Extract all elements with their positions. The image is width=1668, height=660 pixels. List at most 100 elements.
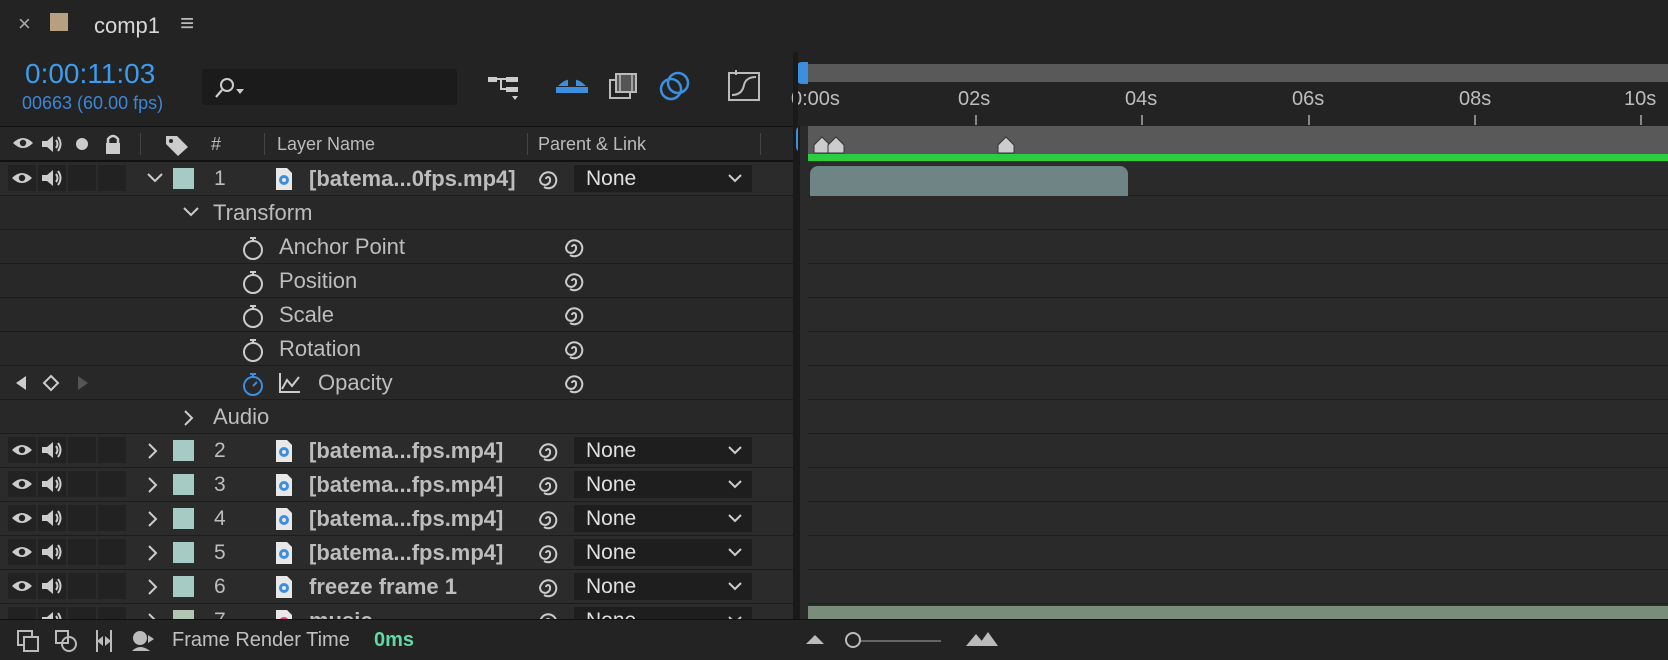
pick-whip-icon[interactable] [536,473,560,497]
layer-name[interactable]: music [309,608,373,620]
solo-toggle[interactable] [68,505,96,531]
solo-toggle[interactable] [68,437,96,463]
search-input[interactable] [250,74,449,102]
pick-whip-icon[interactable] [562,371,586,395]
expand-chevron-icon[interactable] [146,578,160,596]
zoom-out-icon[interactable] [804,632,826,646]
in-out-columns-icon[interactable] [92,628,116,654]
layer-name[interactable]: [batema...fps.mp4] [309,438,503,464]
property-row-rotation[interactable]: Rotation [0,332,793,366]
parent-dropdown[interactable]: None [574,437,752,464]
lock-toggle[interactable] [98,573,126,599]
layer-switches-icon[interactable] [16,629,40,653]
expand-chevron-icon[interactable] [182,409,196,427]
video-toggle[interactable] [8,437,36,463]
audio-toggle[interactable] [38,165,66,191]
label-color-swatch[interactable] [173,440,194,461]
video-toggle[interactable] [8,539,36,565]
layer-name[interactable]: [batema...fps.mp4] [309,540,503,566]
layer-name-column-header[interactable]: Layer Name [277,134,375,155]
current-timecode[interactable]: 0:00:11:03 [25,58,155,90]
parent-dropdown[interactable]: None [574,573,752,600]
lock-column-icon[interactable] [104,133,122,155]
graph-icon[interactable] [278,372,302,394]
graph-editor-icon[interactable] [726,69,762,103]
audio-toggle[interactable] [38,539,66,565]
parent-link-column-header[interactable]: Parent & Link [538,134,646,155]
transfer-controls-icon[interactable] [54,629,78,653]
video-toggle[interactable] [8,471,36,497]
composition-tab-title[interactable]: comp1 [94,13,160,39]
layer-duration-bar[interactable] [810,166,1128,196]
collapse-chevron-icon[interactable] [182,205,200,219]
audio-toggle[interactable] [38,573,66,599]
video-column-eye-icon[interactable] [12,135,34,151]
expand-chevron-icon[interactable] [146,510,160,528]
layer-row-7[interactable]: 7 music None [0,604,793,619]
time-navigator-bar[interactable] [800,64,1668,82]
stopwatch-icon[interactable] [241,269,265,295]
zoom-in-icon[interactable] [964,630,1000,648]
layer-name[interactable]: freeze frame 1 [309,574,457,600]
property-row-opacity[interactable]: Opacity [0,366,793,400]
layer-name[interactable]: [batema...0fps.mp4] [309,166,516,192]
keyframe-marker[interactable] [996,136,1016,154]
solo-column-icon[interactable] [76,138,88,150]
video-toggle[interactable] [8,505,36,531]
label-column-tag-icon[interactable] [164,133,190,157]
pick-whip-icon[interactable] [536,439,560,463]
audio-toggle[interactable] [38,471,66,497]
render-time-icon[interactable] [128,629,156,653]
audio-toggle[interactable] [38,607,66,619]
expand-chevron-icon[interactable] [146,612,160,619]
panel-menu-icon[interactable]: ≡ [180,10,194,38]
stopwatch-icon[interactable] [241,235,265,261]
stopwatch-icon[interactable] [241,303,265,329]
layer-row-1[interactable]: 1 [batema...0fps.mp4] None [0,162,793,196]
solo-toggle[interactable] [68,573,96,599]
label-color-swatch[interactable] [173,508,194,529]
parent-dropdown[interactable]: None [574,505,752,532]
pick-whip-icon[interactable] [562,303,586,327]
stopwatch-active-icon[interactable] [241,371,265,397]
parent-dropdown[interactable]: None [574,165,752,192]
previous-keyframe-icon[interactable] [14,375,28,391]
lock-toggle[interactable] [98,539,126,565]
audio-group-row[interactable]: Audio [0,400,793,434]
layer-row-3[interactable]: 3 [batema...fps.mp4] None [0,468,793,502]
lock-toggle[interactable] [98,165,126,191]
search-field[interactable] [202,69,457,105]
layer-row-6[interactable]: 6 freeze frame 1 None [0,570,793,604]
pick-whip-icon[interactable] [536,609,560,619]
expand-chevron-icon[interactable] [146,544,160,562]
solo-toggle[interactable] [68,471,96,497]
label-color-swatch[interactable] [173,610,194,619]
layer-row-4[interactable]: 4 [batema...fps.mp4] None [0,502,793,536]
solo-toggle[interactable] [68,607,96,619]
work-area-bar[interactable] [798,154,1668,161]
property-row-position[interactable]: Position [0,264,793,298]
lock-toggle[interactable] [98,607,126,619]
video-toggle[interactable] [8,165,36,191]
pick-whip-icon[interactable] [536,541,560,565]
solo-toggle[interactable] [68,165,96,191]
frame-blending-icon[interactable] [607,70,639,102]
property-row-anchor-point[interactable]: Anchor Point [0,230,793,264]
lock-toggle[interactable] [98,437,126,463]
stopwatch-icon[interactable] [241,337,265,363]
label-color-swatch[interactable] [173,542,194,563]
layer-row-5[interactable]: 5 [batema...fps.mp4] None [0,536,793,570]
close-tab-button[interactable]: × [18,11,31,37]
label-color-swatch[interactable] [173,168,194,189]
expand-chevron-icon[interactable] [146,476,160,494]
zoom-slider-thumb[interactable] [845,632,861,648]
pick-whip-icon[interactable] [536,507,560,531]
video-toggle[interactable] [8,573,36,599]
label-color-swatch[interactable] [173,576,194,597]
lock-toggle[interactable] [98,471,126,497]
pick-whip-icon[interactable] [536,575,560,599]
expand-chevron-icon[interactable] [146,442,160,460]
parent-dropdown[interactable]: None [574,471,752,498]
layer-row-2[interactable]: 2 [batema...fps.mp4] None [0,434,793,468]
parent-dropdown[interactable]: None [574,539,752,566]
